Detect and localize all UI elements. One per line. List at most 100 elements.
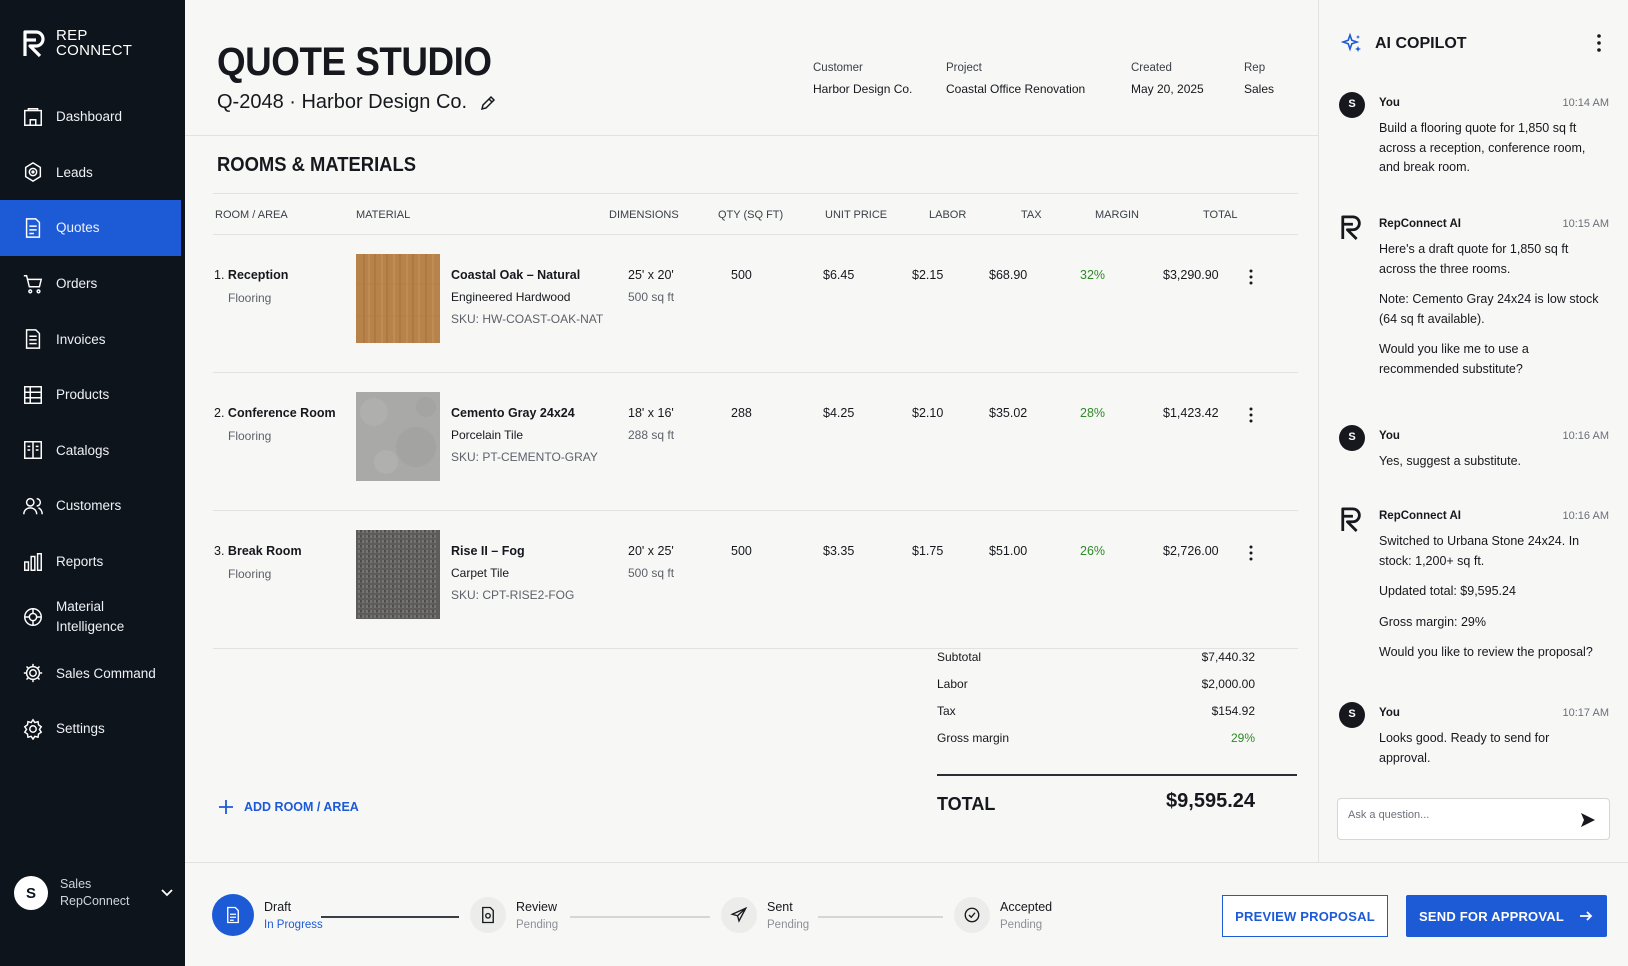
table-row[interactable]: 1. Reception Flooring Coastal Oak – Natu…: [213, 235, 1298, 373]
material-type: Engineered Hardwood: [451, 290, 571, 304]
row-number: 1.: [214, 268, 225, 282]
table-row[interactable]: 3. Break Room Flooring Rise II – Fog Car…: [213, 511, 1298, 649]
avatar: S: [14, 876, 48, 910]
labor-value: $2,000.00: [1201, 677, 1255, 691]
invoice-icon: [25, 329, 41, 350]
add-room-button[interactable]: ADD ROOM / AREA: [217, 798, 359, 816]
meta-label: Project: [946, 62, 982, 74]
meta-value: May 20, 2025: [1131, 82, 1204, 96]
command-gear-icon: [23, 663, 43, 683]
step-review[interactable]: Review Pending: [470, 897, 558, 933]
nav-item-dashboard[interactable]: Dashboard: [0, 89, 185, 145]
copilot-question-input[interactable]: [1348, 809, 1558, 821]
step-text: Review Pending: [516, 900, 558, 931]
material-name: Coastal Oak – Natural: [451, 268, 581, 282]
copilot-input-box: [1337, 798, 1610, 840]
table-row[interactable]: 2. Conference Room Flooring Cemento Gray…: [213, 373, 1298, 511]
user-info: Sales RepConnect: [60, 876, 148, 910]
col-material: MATERIAL: [356, 209, 411, 221]
qty-cell[interactable]: 500: [731, 544, 752, 558]
brand-line-1: REP: [56, 27, 88, 44]
nav-item-quotes[interactable]: Quotes: [0, 200, 181, 256]
step-accepted[interactable]: Accepted Pending: [954, 897, 1052, 933]
margin-cell: 28%: [1080, 406, 1106, 420]
room-name: Reception: [227, 268, 289, 282]
edit-pencil-icon[interactable]: [479, 94, 497, 112]
margin-cell: 26%: [1080, 544, 1106, 558]
material-swatch-carpet: [356, 530, 440, 619]
nav-item-leads[interactable]: Leads: [0, 145, 185, 201]
preview-proposal-button[interactable]: PREVIEW PROPOSAL: [1222, 895, 1388, 937]
dimensions-cell: 20' x 25' 500 sq ft: [628, 544, 674, 580]
more-vertical-icon[interactable]: [1244, 268, 1258, 286]
labor-label: Labor: [937, 677, 968, 691]
nav-label: Reports: [56, 554, 104, 570]
message-time: 10:16 AM: [1562, 430, 1609, 442]
chevron-down-icon: [161, 889, 173, 897]
send-for-approval-button[interactable]: SEND FOR APPROVAL: [1406, 895, 1607, 937]
step-label: Accepted: [1000, 899, 1053, 914]
total-cell: $3,290.90: [1163, 268, 1219, 282]
nav-item-sales-command[interactable]: Sales Command: [0, 645, 185, 701]
step-connector: [570, 916, 710, 918]
more-vertical-icon[interactable]: [1244, 544, 1258, 562]
step-sent[interactable]: Sent Pending: [721, 897, 809, 933]
tax-cell: $51.00: [989, 544, 1028, 558]
home-icon: [24, 107, 42, 126]
meta-rep: Rep Sales: [1244, 62, 1274, 96]
message-author: RepConnect AI: [1379, 218, 1461, 230]
send-for-approval-label: SEND FOR APPROVAL: [1419, 908, 1564, 924]
page-title: QUOTE STUDIO: [217, 40, 492, 84]
nav-item-catalogs[interactable]: Catalogs: [0, 423, 185, 479]
more-vertical-icon[interactable]: [1596, 34, 1602, 52]
more-vertical-icon[interactable]: [1244, 406, 1258, 424]
col-margin: MARGIN: [1095, 209, 1139, 221]
meta-label: Customer: [813, 62, 863, 74]
margin-value: 29%: [1230, 731, 1255, 745]
nav-item-settings[interactable]: Settings: [0, 701, 185, 757]
nav-label: Products: [56, 387, 110, 403]
quote-id-customer: Q-2048 · Harbor Design Co.: [217, 91, 468, 113]
nav-label: Material Intelligence: [56, 597, 124, 637]
tax-line: Tax $154.92: [937, 704, 1297, 731]
nav-item-invoices[interactable]: Invoices: [0, 311, 185, 367]
room-name: Break Room: [227, 544, 302, 558]
nav-label-line-1: Material: [56, 599, 105, 615]
room-cell: 3. Break Room Flooring: [214, 544, 302, 581]
margin-cell: 32%: [1080, 268, 1106, 282]
total-cell: $1,423.42: [1163, 406, 1219, 420]
step-status: Pending: [1000, 918, 1043, 931]
nav-item-orders[interactable]: Orders: [0, 256, 185, 312]
qty-cell[interactable]: 500: [731, 268, 752, 282]
nav-item-material-intelligence[interactable]: Material Intelligence: [0, 589, 185, 645]
subtotal-line: Subtotal $7,440.32: [937, 650, 1297, 677]
material-name: Cemento Gray 24x24: [451, 406, 575, 420]
main-nav: Dashboard Leads Quotes Orders Invoices P…: [0, 89, 185, 757]
nav-item-products[interactable]: Products: [0, 367, 185, 423]
sparkle-icon: [1341, 33, 1361, 52]
brand-line-2: CONNECT: [56, 42, 133, 59]
send-icon[interactable]: [1579, 811, 1597, 829]
nav-item-customers[interactable]: Customers: [0, 478, 185, 534]
rooms-table: ROOM / AREA MATERIAL DIMENSIONS QTY (SQ …: [213, 193, 1298, 649]
qty-cell[interactable]: 288: [731, 406, 752, 420]
dimensions: 18' x 16': [628, 406, 674, 420]
user-menu[interactable]: S Sales RepConnect: [14, 876, 174, 910]
meta-value: Coastal Office Renovation: [946, 82, 1086, 96]
step-draft[interactable]: Draft In Progress: [212, 894, 323, 936]
tax-value: $154.92: [1211, 704, 1255, 718]
nav-label-line-2: Intelligence: [56, 619, 125, 635]
labor-cell: $1.75: [912, 544, 944, 558]
nav-item-reports[interactable]: Reports: [0, 534, 185, 590]
col-tax: TAX: [1021, 209, 1042, 221]
room-type: Flooring: [228, 291, 272, 305]
logo[interactable]: REP CONNECT: [22, 28, 132, 58]
material-swatch-concrete: [356, 392, 440, 481]
nav-label: Customers: [56, 498, 122, 514]
book-icon: [24, 441, 42, 460]
room-cell: 1. Reception Flooring: [214, 268, 288, 305]
step-connector: [321, 916, 459, 918]
step-connector: [818, 916, 943, 918]
tax-cell: $35.02: [989, 406, 1028, 420]
step-text: Draft In Progress: [264, 900, 323, 931]
